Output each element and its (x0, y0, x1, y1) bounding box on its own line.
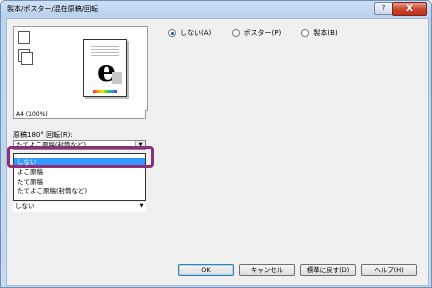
stacked-pages-icon (21, 52, 33, 65)
help-title-button[interactable]: ? (374, 2, 393, 15)
secondary-select[interactable]: しない ▼ (13, 202, 146, 212)
color-strip (93, 90, 117, 93)
dialog-window: 製本/ポスター/混在原稿/回転 ? X e A4 (100%) 原稿180° 回… (0, 0, 432, 288)
chevron-down-icon[interactable]: ▼ (137, 202, 146, 210)
help-button[interactable]: ヘルプ(H) (361, 264, 417, 276)
dialog-body: e A4 (100%) 原稿180° 回転(R): たてよこ原稿(封筒など) ▼… (6, 18, 429, 286)
single-page-icon (18, 31, 30, 44)
dropdown-option[interactable]: たて原稿 (14, 178, 145, 187)
title-bar[interactable]: 製本/ポスター/混在原稿/回転 ? X (1, 1, 431, 16)
paper-size-label: A4 (100%) (13, 110, 146, 119)
highlight-annotation (7, 146, 154, 168)
close-button[interactable]: X (392, 2, 427, 16)
radio-dot-icon (168, 29, 176, 37)
radio-none[interactable]: しない(A) (168, 28, 211, 38)
radio-dot-icon (301, 29, 310, 37)
radio-booklet[interactable]: 製本(B) (301, 28, 338, 38)
ok-button[interactable]: OK (178, 264, 234, 276)
cancel-button[interactable]: キャンセル (239, 264, 295, 276)
secondary-select-value: しない (15, 202, 35, 210)
radio-poster[interactable]: ポスター(P) (231, 28, 281, 38)
print-preview: e (13, 26, 148, 111)
layout-radio-group: しない(A) ポスター(P) 製本(B) (168, 28, 356, 40)
rotation-label: 原稿180° 回転(R): (13, 131, 73, 139)
restore-defaults-button[interactable]: 標準に戻す(D) (300, 264, 356, 276)
preview-page: e (83, 39, 127, 97)
dropdown-option[interactable]: よこ原稿 (14, 168, 145, 177)
window-title: 製本/ポスター/混在原稿/回転 (7, 5, 99, 13)
dropdown-option[interactable]: たてよこ原稿(封筒など) (14, 187, 145, 196)
image-placeholder (112, 72, 122, 84)
radio-dot-icon (231, 29, 240, 37)
